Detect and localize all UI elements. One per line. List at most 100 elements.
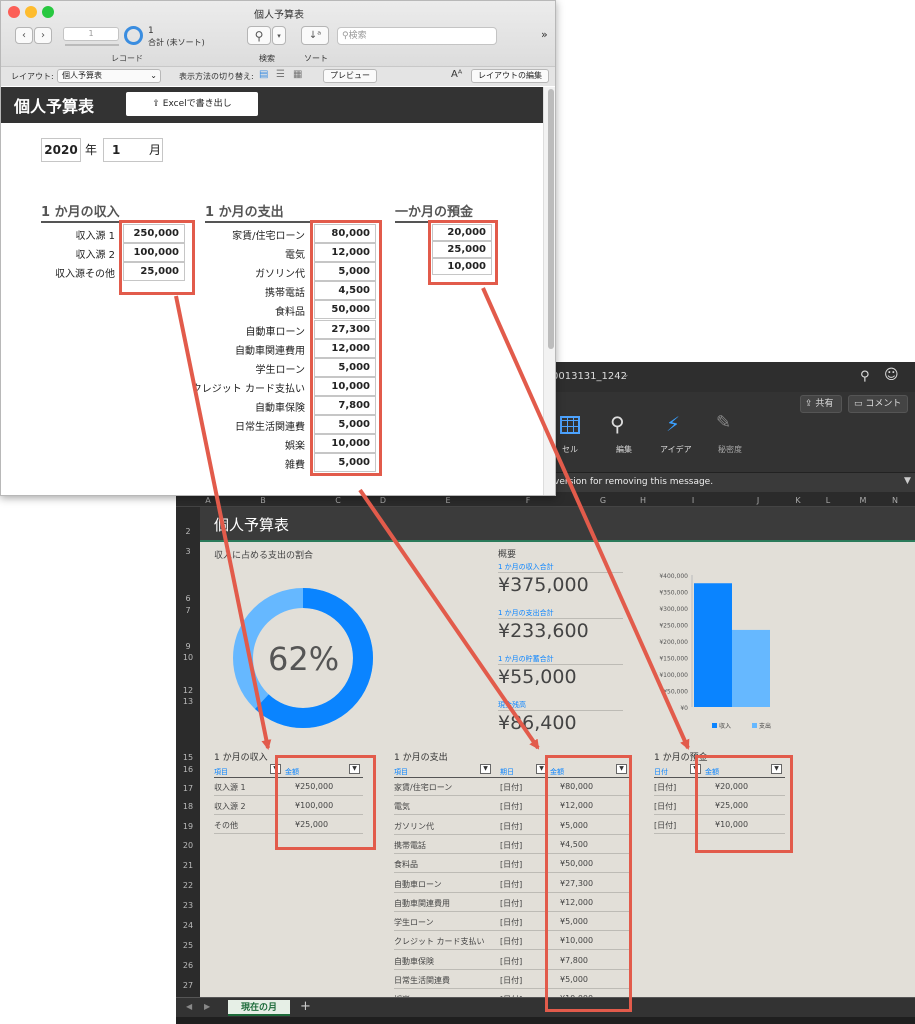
savings-table-cell: [日付]	[654, 821, 677, 830]
expense-table-cell: [日付]	[500, 879, 523, 889]
fm-scrollbar-thumb[interactable]	[548, 89, 554, 349]
income-row-label: 収入源その他	[55, 269, 115, 280]
share-button[interactable]: ⇪ 共有	[800, 395, 842, 413]
year-field[interactable]: 2020	[41, 138, 81, 162]
expense-table-cell: 自動車関連費用	[394, 898, 450, 908]
row-header[interactable]: 19	[176, 822, 200, 831]
row-header[interactable]: 7	[176, 606, 200, 615]
row-header[interactable]: 27	[176, 981, 200, 990]
row-header[interactable]: 26	[176, 961, 200, 970]
row-header[interactable]: 12	[176, 686, 200, 695]
column-header[interactable]: N	[888, 496, 902, 505]
y-tick-label: ¥50,000	[663, 689, 688, 696]
bar-chart: ¥400,000 ¥350,000 ¥300,000 ¥250,000 ¥200,000…	[659, 573, 771, 730]
column-header[interactable]: I	[686, 496, 700, 505]
row-header[interactable]: 21	[176, 861, 200, 870]
row-header[interactable]: 6	[176, 594, 200, 603]
message-text: version for removing this message.	[554, 477, 714, 487]
column-header[interactable]: A	[201, 496, 215, 505]
bar-1	[694, 583, 732, 707]
y-tick-label: ¥250,000	[659, 623, 688, 630]
filter-dropdown-icon[interactable]: ▼	[480, 764, 491, 774]
row-header[interactable]: 10	[176, 653, 200, 662]
row-header[interactable]: 17	[176, 784, 200, 793]
row-header[interactable]: 22	[176, 881, 200, 890]
search-icon[interactable]: ⚲	[860, 369, 870, 384]
column-header[interactable]: J	[751, 496, 765, 505]
list-view-icon[interactable]: ☰	[276, 69, 285, 80]
column-header[interactable]: D	[376, 496, 390, 505]
column-header[interactable]: H	[636, 496, 650, 505]
expense-table-cell: [日付]	[500, 840, 523, 850]
expense-row-label: 食料品	[275, 307, 305, 319]
search-mode-button[interactable]: ⚲	[247, 26, 271, 45]
sheet-tab-current[interactable]: 現在の月	[228, 1000, 290, 1016]
row-header[interactable]: 20	[176, 841, 200, 850]
export-excel-button[interactable]: ⇪ Excelで書き出し	[126, 92, 258, 116]
font-size-icon[interactable]: Aᴬ	[451, 69, 462, 80]
record-slider[interactable]	[65, 44, 119, 46]
column-header[interactable]: L	[821, 496, 835, 505]
record-number-input[interactable]: 1	[63, 27, 119, 41]
sort-label: ソート	[304, 54, 328, 63]
fm-window-title: 個人予算表	[254, 10, 304, 21]
sensitivity-icon: ✎	[716, 412, 732, 433]
fm-scrollbar[interactable]	[543, 87, 555, 495]
quick-search-input[interactable]: ⚲検索	[337, 27, 497, 45]
cell-button[interactable]: セル	[556, 414, 586, 458]
column-header[interactable]: B	[256, 496, 270, 505]
next-sheet-icon[interactable]: ▶	[204, 1002, 210, 1011]
prev-record-button[interactable]: ‹	[15, 27, 33, 44]
lightning-icon: ⚡	[666, 412, 681, 436]
layout-select[interactable]: 個人予算表 ⌄	[57, 69, 161, 83]
next-record-button[interactable]: ›	[34, 27, 52, 44]
row-header[interactable]: 9	[176, 642, 200, 651]
row-header[interactable]: 2	[176, 527, 200, 536]
comment-button[interactable]: ▭ コメント	[848, 395, 908, 413]
form-view-icon[interactable]: ▤	[259, 69, 268, 80]
fm-title: 個人予算表	[14, 97, 95, 116]
y-tick-label: ¥150,000	[659, 656, 688, 663]
sheet-title: 個人予算表	[214, 516, 290, 534]
search-menu-button[interactable]: ▾	[272, 26, 286, 45]
smiley-feedback-icon[interactable]: ☺	[884, 367, 899, 383]
overflow-chevron-icon[interactable]: »	[541, 28, 548, 41]
sensitivity-button[interactable]: ✎ 秘密度	[712, 412, 752, 458]
row-header[interactable]: 3	[176, 547, 200, 556]
row-header[interactable]: 18	[176, 802, 200, 811]
expense-table-cell: [日付]	[500, 918, 523, 928]
edit-layout-button[interactable]: レイアウトの編集	[471, 69, 549, 83]
add-sheet-button[interactable]: +	[300, 999, 311, 1014]
sort-button[interactable]: ↓ᵃ	[301, 26, 329, 45]
row-header[interactable]: 24	[176, 921, 200, 930]
row-header[interactable]: 15	[176, 753, 200, 762]
expense-table-cell: 自動車保険	[394, 956, 434, 966]
expense-table-cell: 家賃/住宅ローン	[394, 783, 453, 792]
dropdown-arrow-icon[interactable]: ▼	[904, 476, 911, 486]
column-header[interactable]: G	[596, 496, 610, 505]
row-header[interactable]: 23	[176, 901, 200, 910]
chevron-down-icon: ▾	[277, 31, 281, 40]
summary-kpi-value: ¥233,600	[498, 620, 589, 642]
column-header[interactable]: C	[331, 496, 345, 505]
preview-button[interactable]: プレビュー	[323, 69, 377, 83]
ideas-button[interactable]: ⚡ アイデア	[656, 412, 696, 458]
row-header[interactable]: 25	[176, 941, 200, 950]
chevron-down-icon[interactable]: ⌄	[622, 370, 630, 380]
highlight-box-income	[119, 220, 195, 295]
sheet-title-bar: 個人予算表	[200, 507, 915, 542]
excel-filename: 0013131_1242	[552, 371, 627, 382]
prev-sheet-icon[interactable]: ◀	[186, 1002, 192, 1011]
search-icon: ⚲	[342, 31, 349, 41]
column-header[interactable]: M	[856, 496, 870, 505]
edit-button[interactable]: ⚲ 編集	[606, 412, 642, 458]
expense-table-title: 1 か月の支出	[394, 753, 448, 763]
savings-table-cell: [日付]	[654, 783, 677, 792]
column-header[interactable]: F	[521, 496, 535, 505]
column-header[interactable]: E	[441, 496, 455, 505]
column-header[interactable]: K	[791, 496, 805, 505]
row-header[interactable]: 16	[176, 765, 200, 774]
row-header[interactable]: 13	[176, 697, 200, 706]
table-view-icon[interactable]: ▦	[293, 69, 302, 80]
fm-header: 個人予算表 ⇪ Excelで書き出し	[1, 87, 543, 123]
